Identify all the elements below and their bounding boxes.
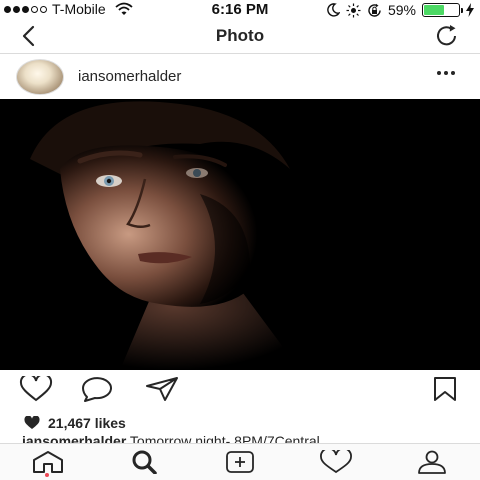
rotation-lock-icon xyxy=(368,3,381,17)
avatar[interactable] xyxy=(16,59,64,95)
brightness-icon xyxy=(346,3,361,17)
battery-percent: 59% xyxy=(387,2,416,18)
status-bar: T-Mobile 6:16 PM 59% xyxy=(0,0,480,18)
tab-bar xyxy=(0,443,480,480)
page-title: Photo xyxy=(215,26,265,45)
charging-icon xyxy=(466,3,474,17)
battery-icon xyxy=(422,3,463,17)
likes-count[interactable]: 21,467 likes xyxy=(24,415,126,431)
refresh-icon[interactable] xyxy=(434,24,460,48)
like-icon[interactable] xyxy=(19,376,53,402)
activity-icon xyxy=(320,450,352,474)
carrier-name: T-Mobile xyxy=(52,1,106,17)
add-icon xyxy=(226,451,254,473)
home-icon xyxy=(33,451,63,473)
tab-profile[interactable] xyxy=(414,450,450,476)
search-icon xyxy=(132,450,157,474)
profile-icon xyxy=(418,450,446,474)
notification-dot xyxy=(45,473,49,477)
post-actions xyxy=(0,372,480,406)
moon-icon xyxy=(327,3,340,17)
post-photo[interactable] xyxy=(0,99,480,370)
tab-home[interactable] xyxy=(30,450,66,476)
post-username[interactable]: iansomerhalder xyxy=(78,68,181,85)
likes-label: 21,467 likes xyxy=(48,415,126,431)
tab-search[interactable] xyxy=(126,450,162,476)
signal-strength-icon xyxy=(4,5,47,13)
tab-add[interactable] xyxy=(222,450,258,476)
bookmark-icon[interactable] xyxy=(432,376,458,402)
post-header: iansomerhalder xyxy=(0,55,480,99)
more-horizontal-icon[interactable] xyxy=(434,65,458,81)
heart-icon xyxy=(24,416,40,429)
tab-activity[interactable] xyxy=(318,450,354,476)
comment-icon[interactable] xyxy=(81,376,115,402)
wifi-icon xyxy=(115,2,133,15)
share-icon[interactable] xyxy=(145,376,179,402)
nav-bar: Photo xyxy=(0,18,480,54)
